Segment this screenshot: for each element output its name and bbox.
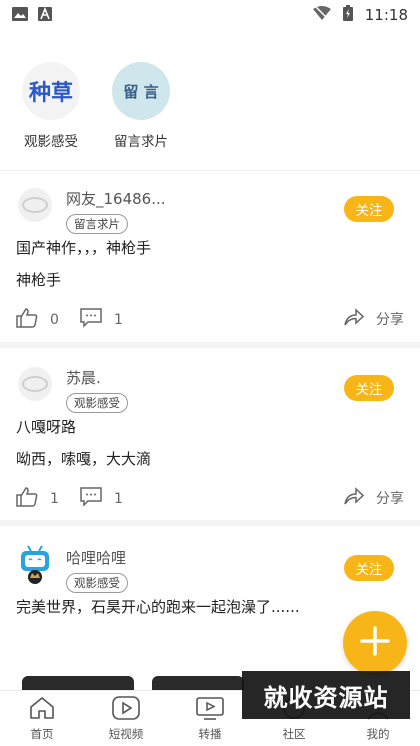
play-icon — [112, 695, 140, 723]
comment-icon — [80, 308, 102, 332]
tv-icon — [196, 696, 224, 723]
post-tag[interactable]: 留言求片 — [66, 214, 128, 234]
comment-button[interactable]: 1 — [80, 487, 123, 511]
post-text: 国产神作，，，神枪手 — [16, 239, 152, 257]
share-icon — [344, 308, 365, 330]
nav-home[interactable]: 首页 — [0, 691, 84, 746]
user-name[interactable]: 苏晨. — [66, 367, 101, 388]
follow-button[interactable]: 关注 — [344, 375, 394, 401]
create-post-button[interactable] — [343, 611, 407, 675]
battery-icon — [342, 5, 353, 25]
like-count: 1 — [50, 491, 59, 507]
home-icon — [29, 696, 55, 723]
post-tag[interactable]: 观影感受 — [66, 573, 128, 593]
share-button[interactable]: 分享 — [344, 487, 404, 509]
post-text: 呦西，嗦嘎，大大滴 — [16, 450, 152, 468]
share-label: 分享 — [376, 312, 404, 328]
section-divider — [0, 520, 420, 526]
post-card: 苏晨. 观影感受 关注 八嘎呀路 呦西，嗦嘎，大大滴 1 1 分享 — [0, 357, 420, 513]
app-a-icon — [38, 6, 52, 25]
zhongcao-icon: 种草 — [22, 62, 80, 120]
category-label: 观影感受 — [24, 134, 78, 150]
follow-button[interactable]: 关注 — [344, 555, 394, 581]
plus-icon — [359, 625, 391, 661]
nav-label: 短视频 — [108, 726, 144, 741]
post-text: 完美世界，石昊开心的跑来一起泡澡了...... — [16, 598, 300, 616]
nav-label: 我的 — [366, 726, 390, 741]
category-liuyan[interactable]: 留 言 留言求片 — [106, 62, 176, 150]
post-card: 哈哩哈哩 观影感受 关注 完美世界，石昊开心的跑来一起泡澡了...... — [0, 537, 420, 617]
wifi-icon — [312, 5, 331, 24]
thumbs-up-icon — [16, 308, 38, 332]
status-bar: 11:18 — [0, 0, 420, 30]
post-tag[interactable]: 观影感受 — [66, 393, 128, 413]
post-media-thumbnail[interactable] — [152, 676, 244, 690]
nav-label: 转播 — [198, 726, 222, 741]
share-button[interactable]: 分享 — [344, 308, 404, 330]
nav-broadcast[interactable]: 转播 — [168, 691, 252, 746]
comment-icon — [80, 487, 102, 511]
message-board-icon: 留 言 — [112, 62, 170, 120]
comment-count: 1 — [114, 312, 123, 328]
follow-button[interactable]: 关注 — [344, 196, 394, 222]
nav-label: 社区 — [282, 726, 306, 741]
nav-label: 首页 — [30, 726, 54, 741]
user-name[interactable]: 网友_16486... — [66, 188, 166, 209]
like-button[interactable]: 1 — [16, 487, 59, 511]
post-card: 网友_16486... 留言求片 关注 国产神作，，，神枪手 神枪手 0 1 分… — [0, 178, 420, 334]
gallery-icon — [12, 6, 28, 25]
share-label: 分享 — [376, 491, 404, 507]
section-divider — [0, 342, 420, 348]
like-count: 0 — [50, 312, 59, 328]
user-name[interactable]: 哈哩哈哩 — [66, 547, 126, 568]
nav-short-video[interactable]: 短视频 — [84, 691, 168, 746]
divider — [0, 170, 420, 171]
status-time: 11:18 — [364, 6, 408, 24]
post-media-thumbnail[interactable] — [22, 676, 134, 690]
like-button[interactable]: 0 — [16, 308, 59, 332]
category-row: 种草 观影感受 留 言 留言求片 — [16, 62, 176, 150]
share-icon — [344, 487, 365, 509]
category-guanying[interactable]: 种草 观影感受 — [16, 62, 86, 150]
avatar[interactable] — [18, 188, 52, 222]
avatar[interactable] — [18, 367, 52, 401]
watermark-banner: 就收资源站 — [242, 671, 410, 719]
comment-button[interactable]: 1 — [80, 308, 123, 332]
thumbs-up-icon — [16, 487, 38, 511]
post-text: 八嘎呀路 — [16, 418, 77, 436]
comment-count: 1 — [114, 491, 123, 507]
post-text: 神枪手 — [16, 271, 62, 289]
category-label: 留言求片 — [114, 134, 168, 150]
avatar[interactable] — [18, 545, 52, 584]
